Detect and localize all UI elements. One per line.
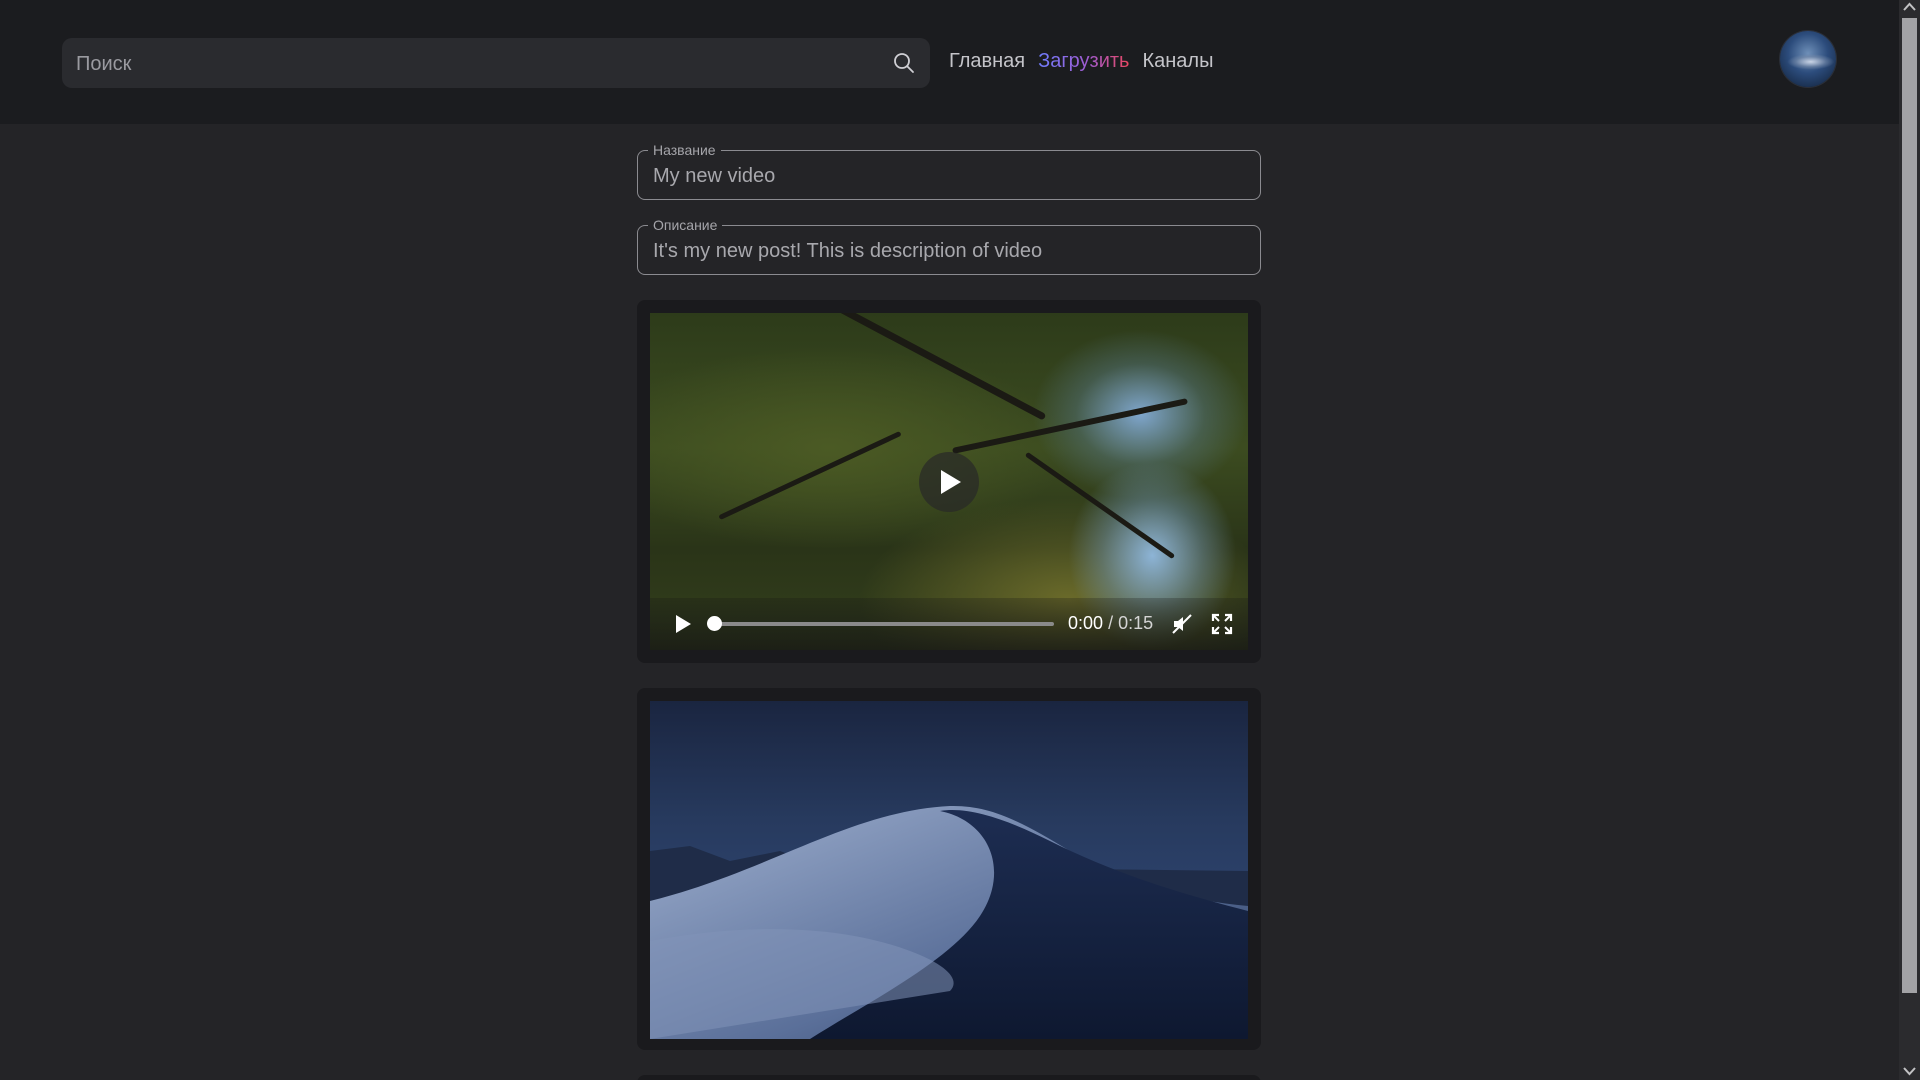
- duration: 0:15: [1118, 613, 1154, 633]
- title-field-label: Название: [648, 142, 721, 158]
- scrollbar-thumb[interactable]: [1902, 18, 1917, 993]
- tree-branch: [951, 398, 1189, 454]
- muted-speaker-icon[interactable]: [1170, 612, 1194, 636]
- top-bar: Главная Загрузить Каналы: [0, 0, 1899, 124]
- time-separator: /: [1108, 613, 1114, 633]
- video-controls: 0:00 / 0:15: [650, 598, 1248, 650]
- search-icon[interactable]: [892, 51, 916, 75]
- play-icon: [941, 470, 961, 494]
- nav-home-link[interactable]: Главная: [949, 50, 1025, 73]
- description-field-label: Описание: [648, 217, 723, 233]
- page: Главная Загрузить Каналы Название My new…: [0, 0, 1899, 1080]
- image-preview-card: [637, 688, 1261, 1050]
- play-icon[interactable]: [672, 613, 694, 635]
- video-preview-card: 0:00 / 0:15: [637, 300, 1261, 663]
- title-field[interactable]: Название My new video: [637, 142, 1261, 200]
- video-progress-bar[interactable]: [707, 616, 1054, 631]
- dune-landscape-image: [650, 805, 1248, 1039]
- description-field[interactable]: Описание It's my new post! This is descr…: [637, 217, 1261, 275]
- title-field-value[interactable]: My new video: [653, 165, 775, 188]
- nav-channels-link[interactable]: Каналы: [1142, 50, 1213, 73]
- tree-branch: [1024, 451, 1176, 560]
- user-avatar[interactable]: [1780, 31, 1836, 87]
- nav-upload-link[interactable]: Загрузить: [1038, 50, 1129, 73]
- next-preview-card: [637, 1075, 1261, 1080]
- fullscreen-icon[interactable]: [1210, 612, 1234, 636]
- video-player[interactable]: 0:00 / 0:15: [650, 313, 1248, 650]
- preview-image: [650, 701, 1248, 1039]
- current-time: 0:00: [1068, 613, 1104, 633]
- big-play-button[interactable]: [919, 452, 979, 512]
- video-progress-thumb[interactable]: [707, 616, 722, 631]
- search-input[interactable]: [74, 38, 878, 90]
- search-bar[interactable]: [62, 38, 930, 90]
- tree-branch: [718, 430, 902, 521]
- video-time: 0:00 / 0:15: [1068, 613, 1153, 634]
- page-scrollbar[interactable]: [1899, 0, 1920, 1080]
- main-nav: Главная Загрузить Каналы: [949, 50, 1213, 73]
- tree-branch: [813, 313, 1047, 421]
- description-field-value[interactable]: It's my new post! This is description of…: [653, 240, 1042, 263]
